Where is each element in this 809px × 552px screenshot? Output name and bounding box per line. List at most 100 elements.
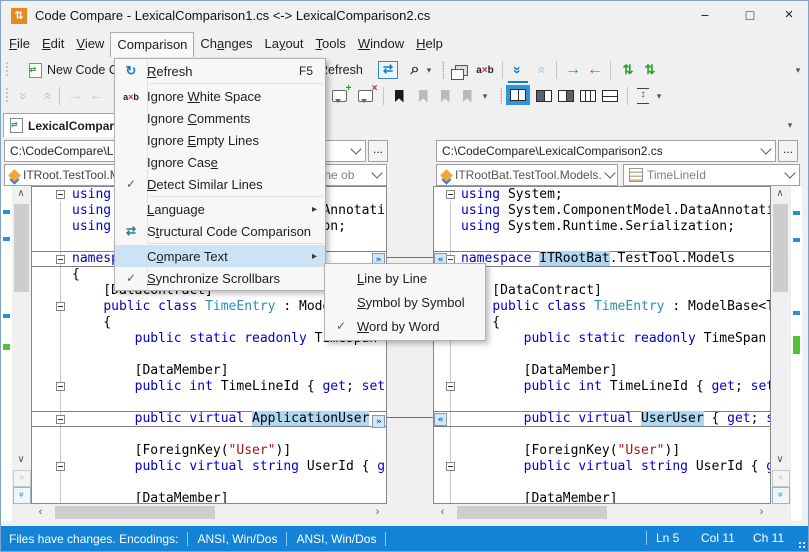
maximize-button[interactable]: □ [734,3,766,27]
collapse-dropdown[interactable]: ▾ [653,87,665,105]
title-bar[interactable]: ⇅ Code Compare - LexicalComparison1.cs <… [1,1,808,31]
code-line[interactable] [434,347,770,363]
menu-item-refresh[interactable]: ↻RefreshF5 [115,60,325,82]
menu-item-line-by-line[interactable]: Line by Line [325,266,485,290]
scroll-up-button[interactable]: ∧ [13,187,29,202]
insert-marker[interactable] [793,336,800,354]
collapse-sections-button[interactable]: ↕ [633,87,653,105]
code-line[interactable]: [ForeignKey("User")] [32,443,386,459]
layout-right-only-button[interactable] [556,87,576,105]
scrollbar-thumb[interactable] [457,506,607,519]
menubar-item-window[interactable]: Window [352,32,410,57]
next-diff-scroll-button[interactable]: » [772,487,790,504]
code-line[interactable]: [ForeignKey("User")] [434,443,770,459]
fold-toggle[interactable] [56,255,65,264]
scrollbar-thumb[interactable] [55,506,215,519]
copy-to-right-button[interactable]: → [563,61,583,79]
insert-marker[interactable] [3,344,10,350]
swap-sides-button[interactable]: ⇄ [378,61,398,79]
layout-two-panes-button[interactable] [506,85,530,105]
scroll-right-button[interactable]: › [370,505,385,520]
code-line[interactable]: using System; [434,187,770,203]
code-line[interactable]: [DataMember] [32,363,386,379]
scroll-left-button[interactable]: ‹ [33,505,48,520]
fold-toggle[interactable] [56,415,65,424]
chevron-down-icon[interactable] [350,143,361,154]
open-documents-button[interactable] [451,61,471,79]
code-line[interactable] [434,395,770,411]
toolbar-grip[interactable] [5,87,9,104]
toggle-bookmark-button[interactable] [389,87,409,105]
search-dropdown[interactable]: ▾ [423,61,435,79]
code-line[interactable] [434,475,770,491]
pane-splitter[interactable] [387,186,433,504]
close-button[interactable]: × [773,3,805,27]
encoding-left[interactable]: ANSI, Win/Dos [197,532,277,546]
prev-diff-scroll-button[interactable]: » [13,470,31,487]
menubar-item-view[interactable]: View [70,32,110,57]
code-line[interactable] [32,475,386,491]
left-browse-button[interactable]: ... [368,140,388,162]
right-change-marker-strip[interactable] [791,186,802,521]
menu-item-word-by-word[interactable]: ✓Word by Word [325,314,485,338]
code-line[interactable] [32,395,386,411]
right-pane-overflow[interactable]: ▾ [783,116,797,134]
bookmarks-dropdown[interactable]: ▾ [479,87,491,105]
right-horizontal-scrollbar[interactable]: ‹ › [433,504,771,521]
previous-change-both-button[interactable]: ⇅ [640,61,660,79]
menu-item-language[interactable]: Language▸ [115,198,325,220]
right-browse-button[interactable]: ... [778,140,798,162]
ignore-whitespace-button[interactable]: a×b [475,61,495,79]
code-line[interactable]: public virtual ApplicationUser» [32,411,386,427]
menubar-item-layout[interactable]: Layout [258,32,309,57]
code-line[interactable] [32,347,386,363]
menu-item-ignore-empty-lines[interactable]: Ignore Empty Lines [115,129,325,151]
layout-horizontal-button[interactable] [600,87,620,105]
resize-grip[interactable] [798,541,806,549]
code-line[interactable]: [DataMember] [434,363,770,379]
scroll-up-button[interactable]: ∧ [772,187,788,202]
menubar-item-comparison[interactable]: Comparison [110,32,194,57]
prev-diff-scroll-button[interactable]: » [772,470,790,487]
scroll-down-button[interactable]: ∨ [13,453,29,468]
change-marker[interactable] [3,210,10,214]
chevron-down-icon[interactable] [760,143,771,154]
copy-to-left-button[interactable]: ← [585,61,605,79]
code-line[interactable] [32,427,386,443]
previous-difference-button[interactable]: » [530,61,550,79]
scroll-right-button[interactable]: › [754,505,769,520]
fold-toggle[interactable] [56,302,65,311]
right-vertical-scrollbar[interactable]: ∧ ∨ » » [771,186,790,504]
menubar-item-file[interactable]: File [3,32,36,57]
left-horizontal-scrollbar[interactable]: ‹ › [31,504,387,521]
fold-toggle[interactable] [446,190,455,199]
right-path-combobox[interactable]: C:\CodeCompare\LexicalComparison2.cs [436,140,776,162]
menubar-item-edit[interactable]: Edit [36,32,70,57]
menu-item-structural-code-comparison[interactable]: ⇄Structural Code Comparison [115,220,325,242]
left-vertical-scrollbar[interactable]: ∧ ∨ » » [12,186,31,504]
code-line[interactable] [434,235,770,251]
menubar-item-changes[interactable]: Changes [194,32,258,57]
toolbar-overflow-button[interactable]: ▾ [791,61,805,79]
change-marker[interactable] [3,314,10,318]
fold-toggle[interactable] [56,462,65,471]
menubar-item-tools[interactable]: Tools [310,32,352,57]
clear-bookmarks-button[interactable] [457,87,477,105]
change-marker[interactable] [3,237,10,241]
code-line[interactable]: public int TimeLineId { get; set; } [32,379,386,395]
search-button[interactable]: ⌕ [405,61,425,79]
chevron-down-icon[interactable] [604,167,615,178]
left-change-marker-strip[interactable] [1,186,12,521]
change-marker[interactable] [793,238,800,242]
copy-right-disabled-button[interactable]: → [65,87,85,105]
encoding-right[interactable]: ANSI, Win/Dos [296,532,376,546]
minimize-button[interactable]: − [689,3,721,27]
layout-left-only-button[interactable] [534,87,554,105]
fold-toggle[interactable] [56,190,65,199]
next-difference-button[interactable]: » [508,61,528,79]
copy-left-disabled-button[interactable]: ← [87,87,107,105]
chevron-down-icon[interactable] [784,167,795,178]
scroll-left-button[interactable]: ‹ [435,505,450,520]
right-member-combobox[interactable]: TimeLineId [623,164,800,186]
next-diff-disabled-button[interactable]: » [14,87,34,105]
